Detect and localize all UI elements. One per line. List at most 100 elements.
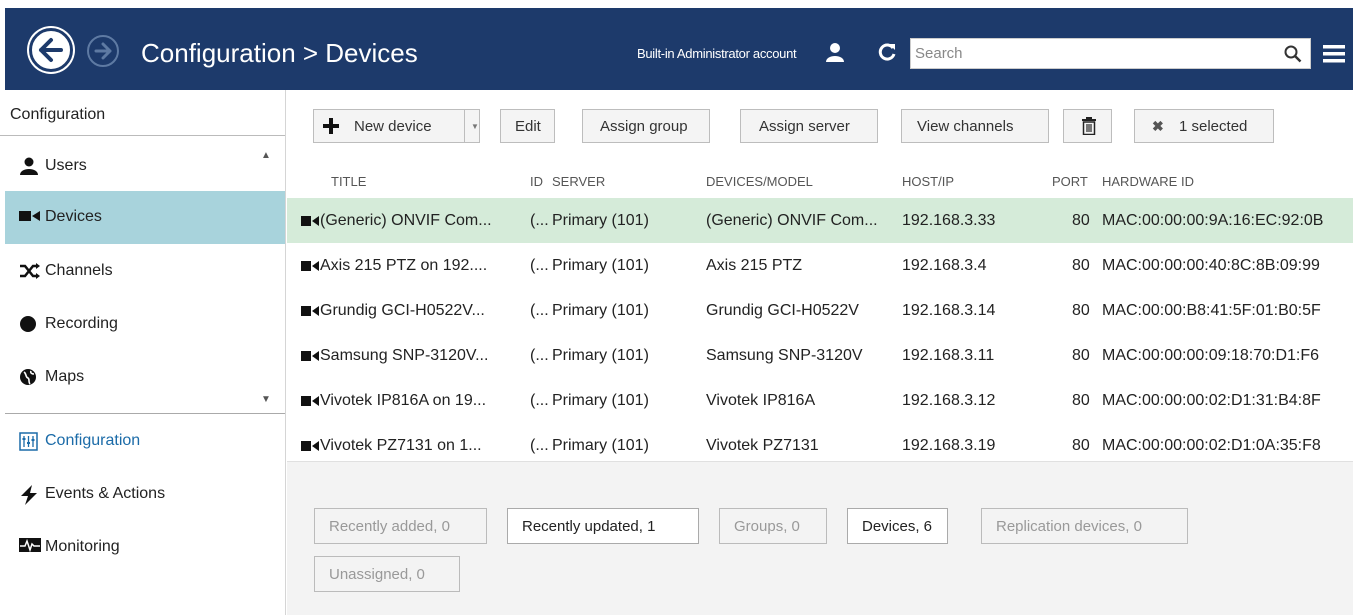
forward-arrow-icon[interactable] — [87, 35, 119, 67]
cell-server: Primary (101) — [552, 212, 649, 229]
col-hardware-id[interactable]: HARDWARE ID — [1102, 174, 1194, 189]
user-icon — [19, 157, 41, 177]
cell-hardware-id: MAC:00:00:00:02:D1:0A:35:F8 — [1102, 437, 1321, 454]
cell-model: Samsung SNP-3120V — [706, 347, 863, 364]
cell-server: Primary (101) — [552, 302, 649, 319]
sidebar-item-recording[interactable]: Recording — [5, 298, 285, 351]
header-bar: Configuration > Devices Built-in Adminis… — [5, 8, 1353, 90]
shuffle-icon — [19, 262, 41, 282]
filter-replication-devices[interactable]: Replication devices, 0 — [981, 508, 1188, 544]
sidebar: Configuration ▲ Users Devices Channels R… — [0, 90, 286, 615]
close-icon: ✖ — [1152, 118, 1164, 134]
sidebar-item-channels[interactable]: Channels — [5, 245, 285, 298]
cell-model: (Generic) ONVIF Com... — [706, 212, 878, 229]
section-monitoring[interactable]: Monitoring — [5, 521, 285, 574]
cell-host: 192.168.3.4 — [902, 257, 987, 274]
record-dot-icon — [19, 315, 41, 335]
cell-port: 80 — [1072, 212, 1090, 229]
back-arrow-icon[interactable] — [29, 28, 73, 72]
camera-icon — [301, 396, 319, 406]
col-id[interactable]: ID — [530, 174, 543, 189]
assign-group-label: Assign group — [600, 118, 688, 135]
clear-selection-button[interactable]: ✖ 1 selected — [1134, 109, 1274, 143]
sidebar-item-users[interactable]: Users — [5, 140, 285, 193]
search-box — [910, 38, 1311, 69]
scroll-down-icon[interactable]: ▼ — [261, 394, 271, 405]
filter-unassigned[interactable]: Unassigned, 0 — [314, 556, 460, 592]
cell-id: (... — [530, 347, 549, 364]
section-configuration[interactable]: Configuration — [5, 415, 285, 468]
assign-server-button[interactable]: Assign server — [740, 109, 878, 143]
cell-host: 192.168.3.33 — [902, 212, 996, 229]
plus-icon — [322, 117, 340, 139]
cell-hardware-id: MAC:00:00:00:02:D1:31:B4:8F — [1102, 392, 1321, 409]
delete-button[interactable] — [1063, 109, 1112, 143]
cell-server: Primary (101) — [552, 257, 649, 274]
edit-button[interactable]: Edit — [500, 109, 555, 143]
assign-server-label: Assign server — [759, 118, 850, 135]
assign-group-button[interactable]: Assign group — [582, 109, 710, 143]
filter-recently-added[interactable]: Recently added, 0 — [314, 508, 487, 544]
table-row[interactable]: Axis 215 PTZ on 192.... (... Primary (10… — [287, 243, 1353, 288]
lightning-icon — [19, 485, 41, 505]
cell-id: (... — [530, 212, 549, 229]
search-icon[interactable] — [1284, 45, 1302, 68]
camera-icon — [19, 208, 41, 228]
new-device-button[interactable]: New device ▼ — [313, 109, 480, 143]
sidebar-item-maps[interactable]: Maps — [5, 351, 285, 404]
view-channels-label: View channels — [917, 118, 1014, 135]
hamburger-menu-icon[interactable] — [1323, 44, 1345, 69]
sidebar-item-devices[interactable]: Devices — [5, 191, 285, 244]
section-label: Events & Actions — [45, 485, 166, 502]
filter-groups[interactable]: Groups, 0 — [719, 508, 827, 544]
section-events-actions[interactable]: Events & Actions — [5, 468, 285, 521]
cell-id: (... — [530, 392, 549, 409]
cell-title: (Generic) ONVIF Com... — [320, 212, 492, 229]
col-server[interactable]: SERVER — [552, 174, 605, 189]
col-port[interactable]: PORT — [1052, 174, 1088, 189]
search-input[interactable] — [915, 41, 1255, 66]
camera-icon — [301, 351, 319, 361]
filter-bar: Recently added, 0 Recently updated, 1 Gr… — [287, 461, 1353, 615]
cell-id: (... — [530, 257, 549, 274]
user-icon[interactable] — [825, 42, 845, 67]
sidebar-divider — [5, 413, 285, 414]
sidebar-heading: Configuration — [0, 90, 285, 136]
table-row[interactable]: Grundig GCI-H0522V... (... Primary (101)… — [287, 288, 1353, 333]
sidebar-item-label: Devices — [45, 208, 102, 225]
cell-id: (... — [530, 302, 549, 319]
table-row[interactable]: Vivotek IP816A on 19... (... Primary (10… — [287, 378, 1353, 423]
camera-icon — [301, 216, 319, 226]
table-row[interactable]: Samsung SNP-3120V... (... Primary (101) … — [287, 333, 1353, 378]
cell-model: Vivotek PZ7131 — [706, 437, 819, 454]
col-host[interactable]: HOST/IP — [902, 174, 954, 189]
filter-recently-updated[interactable]: Recently updated, 1 — [507, 508, 699, 544]
selected-count-label: 1 selected — [1179, 118, 1248, 135]
cell-host: 192.168.3.12 — [902, 392, 996, 409]
dropdown-caret-icon[interactable]: ▼ — [471, 122, 479, 131]
cell-hardware-id: MAC:00:00:00:9A:16:EC:92:0B — [1102, 212, 1324, 229]
main-panel: New device ▼ Edit Assign group Assign se… — [287, 90, 1353, 615]
table-header: TITLE ID SERVER DEVICES/MODEL HOST/IP PO… — [287, 174, 1353, 194]
config-panel-icon — [19, 432, 41, 452]
view-channels-button[interactable]: View channels — [901, 109, 1049, 143]
refresh-icon[interactable] — [877, 42, 897, 67]
sidebar-item-label: Users — [45, 157, 87, 174]
page-title: Configuration > Devices — [141, 38, 418, 68]
col-model[interactable]: DEVICES/MODEL — [706, 174, 813, 189]
cell-hardware-id: MAC:00:00:B8:41:5F:01:B0:5F — [1102, 302, 1321, 319]
sidebar-item-label: Channels — [45, 262, 113, 279]
col-title[interactable]: TITLE — [331, 174, 366, 189]
cell-port: 80 — [1072, 257, 1090, 274]
cell-host: 192.168.3.11 — [902, 347, 995, 364]
sidebar-item-label: Recording — [45, 315, 118, 332]
cell-id: (... — [530, 437, 549, 454]
table-row[interactable]: (Generic) ONVIF Com... (... Primary (101… — [287, 198, 1353, 243]
cell-model: Axis 215 PTZ — [706, 257, 803, 274]
cell-title: Vivotek IP816A on 19... — [320, 392, 487, 409]
cell-port: 80 — [1072, 392, 1090, 409]
account-label[interactable]: Built-in Administrator account — [637, 46, 797, 61]
cell-port: 80 — [1072, 347, 1090, 364]
new-device-label: New device — [354, 118, 432, 135]
filter-devices[interactable]: Devices, 6 — [847, 508, 948, 544]
